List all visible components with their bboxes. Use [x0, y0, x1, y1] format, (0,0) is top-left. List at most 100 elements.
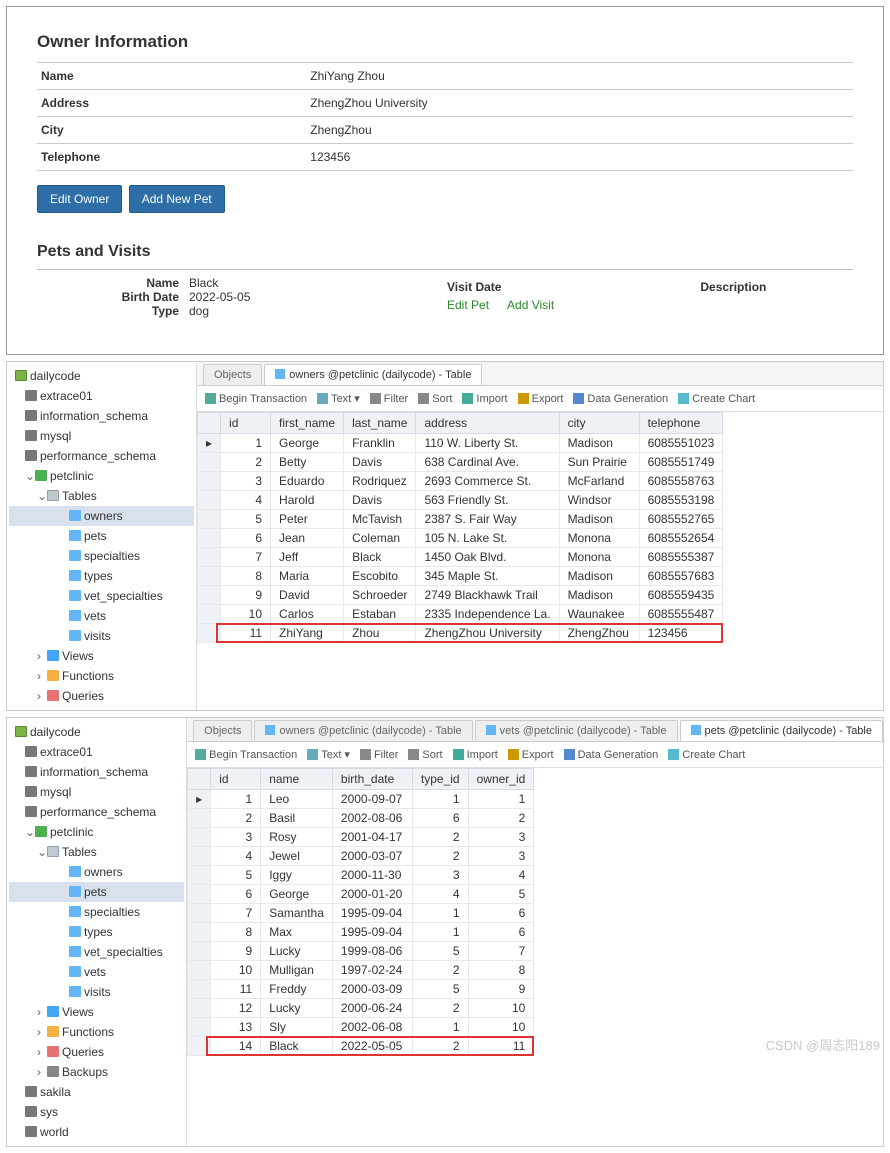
cell[interactable]: Lucky — [261, 942, 333, 961]
cell[interactable]: 6 — [468, 923, 534, 942]
cell[interactable]: 1 — [211, 790, 261, 809]
cell[interactable]: Rodriquez — [344, 472, 416, 491]
tree-queries[interactable]: ›Queries — [9, 1042, 184, 1062]
tab-objects[interactable]: Objects — [193, 720, 252, 741]
cell[interactable]: 638 Cardinal Ave. — [416, 453, 559, 472]
create-chart-button[interactable]: Create Chart — [678, 392, 755, 405]
cell[interactable]: 5 — [412, 980, 468, 999]
create-chart-button[interactable]: Create Chart — [668, 748, 745, 761]
cell[interactable]: 1995-09-04 — [332, 923, 412, 942]
table-row[interactable]: 5Iggy2000-11-3034 — [188, 866, 534, 885]
cell[interactable]: George — [271, 434, 344, 453]
tree-table-pets[interactable]: pets — [9, 882, 184, 902]
tree-db[interactable]: sakila — [9, 1082, 184, 1102]
tree-backups[interactable]: ›Backups — [9, 1062, 184, 1082]
text-button[interactable]: Text ▾ — [307, 748, 350, 761]
cell[interactable]: 7 — [468, 942, 534, 961]
owners-data-grid[interactable]: idfirst_namelast_nameaddresscitytelephon… — [197, 412, 723, 643]
table-row[interactable]: 13Sly2002-06-08110 — [188, 1018, 534, 1037]
cell[interactable]: Jeff — [271, 548, 344, 567]
cell[interactable]: 2002-08-06 — [332, 809, 412, 828]
cell[interactable]: 10 — [468, 999, 534, 1018]
cell[interactable]: 6085551749 — [639, 453, 723, 472]
cell[interactable]: 4 — [412, 885, 468, 904]
column-header[interactable]: type_id — [412, 769, 468, 790]
tree-db[interactable]: world — [9, 1122, 184, 1142]
tree-db[interactable]: extrace01 — [9, 386, 194, 406]
cell[interactable]: Estaban — [344, 605, 416, 624]
table-row[interactable]: 3Rosy2001-04-1723 — [188, 828, 534, 847]
table-row[interactable]: 7Samantha1995-09-0416 — [188, 904, 534, 923]
cell[interactable]: Basil — [261, 809, 333, 828]
tree-table-specialties[interactable]: specialties — [9, 902, 184, 922]
cell[interactable]: 2 — [211, 809, 261, 828]
export-button[interactable]: Export — [518, 392, 564, 405]
cell[interactable]: Max — [261, 923, 333, 942]
cell[interactable]: 10 — [468, 1018, 534, 1037]
tree-functions[interactable]: ›Functions — [9, 666, 194, 686]
cell[interactable]: 2001-04-17 — [332, 828, 412, 847]
cell[interactable]: 10 — [221, 605, 271, 624]
cell[interactable]: Lucky — [261, 999, 333, 1018]
tree-views[interactable]: ›Views — [9, 1002, 184, 1022]
table-row[interactable]: 4HaroldDavis563 Friendly St.Windsor60855… — [198, 491, 723, 510]
cell[interactable]: 5 — [412, 942, 468, 961]
cell[interactable]: 2335 Independence La. — [416, 605, 559, 624]
cell[interactable]: 2 — [412, 961, 468, 980]
cell[interactable]: 3 — [412, 866, 468, 885]
cell[interactable]: 1 — [412, 790, 468, 809]
table-row[interactable]: 6George2000-01-2045 — [188, 885, 534, 904]
table-row[interactable]: ▸1GeorgeFranklin110 W. Liberty St.Madiso… — [198, 434, 723, 453]
tree-table-vets[interactable]: vets — [9, 606, 194, 626]
cell[interactable]: 1450 Oak Blvd. — [416, 548, 559, 567]
table-row[interactable]: 9DavidSchroeder2749 Blackhawk TrailMadis… — [198, 586, 723, 605]
cell[interactable]: 4 — [211, 847, 261, 866]
cell[interactable]: 3 — [468, 828, 534, 847]
cell[interactable]: Davis — [344, 453, 416, 472]
tree-table-visits[interactable]: visits — [9, 982, 184, 1002]
cell[interactable]: 1999-08-06 — [332, 942, 412, 961]
cell[interactable]: 1 — [412, 1018, 468, 1037]
cell[interactable]: 2000-09-07 — [332, 790, 412, 809]
column-header[interactable]: first_name — [271, 413, 344, 434]
cell[interactable]: 345 Maple St. — [416, 567, 559, 586]
cell[interactable]: 2387 S. Fair Way — [416, 510, 559, 529]
cell[interactable]: 2000-03-09 — [332, 980, 412, 999]
cell[interactable]: Monona — [559, 529, 639, 548]
cell[interactable]: Schroeder — [344, 586, 416, 605]
cell[interactable]: 110 W. Liberty St. — [416, 434, 559, 453]
tree-functions[interactable]: ›Functions — [9, 1022, 184, 1042]
tab-objects[interactable]: Objects — [203, 364, 262, 385]
edit-owner-button[interactable]: Edit Owner — [37, 185, 122, 213]
cell[interactable]: Sun Prairie — [559, 453, 639, 472]
cell[interactable]: 3 — [221, 472, 271, 491]
cell[interactable]: 2000-06-24 — [332, 999, 412, 1018]
cell[interactable]: Madison — [559, 586, 639, 605]
cell[interactable]: 2 — [412, 828, 468, 847]
table-row[interactable]: 2Basil2002-08-0662 — [188, 809, 534, 828]
tab-owners[interactable]: owners @petclinic (dailycode) - Table — [264, 364, 482, 385]
tree-tables-folder[interactable]: ⌄Tables — [9, 842, 184, 862]
text-button[interactable]: Text ▾ — [317, 392, 360, 405]
cell[interactable]: Windsor — [559, 491, 639, 510]
cell[interactable]: 2 — [468, 809, 534, 828]
cell[interactable]: 2000-11-30 — [332, 866, 412, 885]
cell[interactable]: Waunakee — [559, 605, 639, 624]
cell[interactable]: 2002-06-08 — [332, 1018, 412, 1037]
cell[interactable]: Black — [344, 548, 416, 567]
column-header[interactable]: name — [261, 769, 333, 790]
cell[interactable]: 8 — [211, 923, 261, 942]
cell[interactable]: 3 — [211, 828, 261, 847]
cell[interactable]: 6085553198 — [639, 491, 723, 510]
tree-table-vet-specialties[interactable]: vet_specialties — [9, 942, 184, 962]
tree-db-petclinic[interactable]: ⌄petclinic — [9, 466, 194, 486]
cell[interactable]: 2000-01-20 — [332, 885, 412, 904]
cell[interactable]: 6085555387 — [639, 548, 723, 567]
cell[interactable]: 12 — [211, 999, 261, 1018]
cell[interactable]: 6085552654 — [639, 529, 723, 548]
cell[interactable]: 6 — [211, 885, 261, 904]
cell[interactable]: Madison — [559, 510, 639, 529]
cell[interactable]: 2 — [412, 999, 468, 1018]
tree-table-visits[interactable]: visits — [9, 626, 194, 646]
cell[interactable]: 8 — [468, 961, 534, 980]
